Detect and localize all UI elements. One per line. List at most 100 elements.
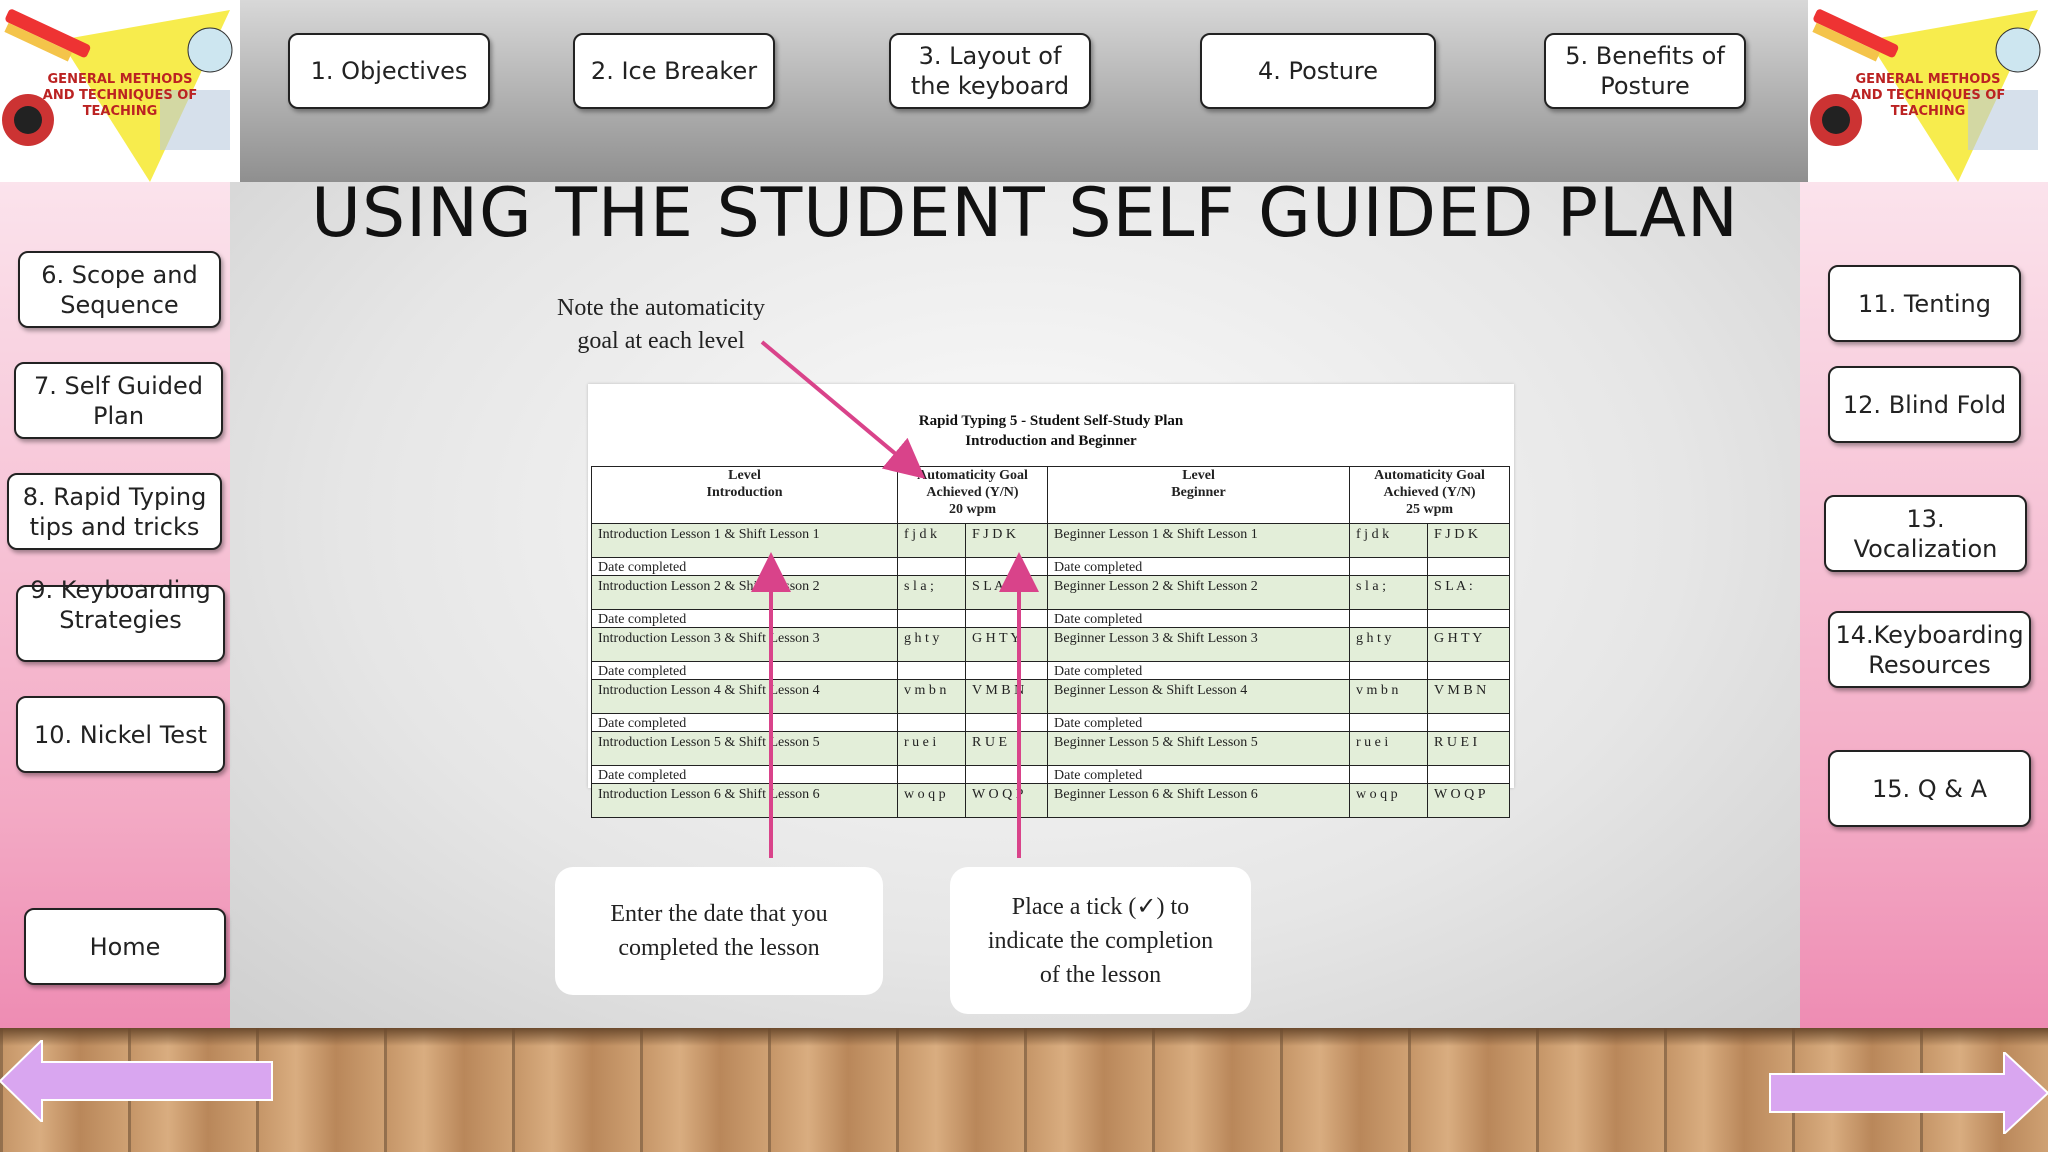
home-button[interactable]: Home	[24, 908, 226, 985]
date-completed-label[interactable]: Date completed	[1047, 765, 1351, 784]
date-entry-cell[interactable]	[964, 765, 1049, 784]
self-study-plan-document: Rapid Typing 5 - Student Self-Study Plan…	[588, 384, 1514, 818]
date-entry-cell[interactable]	[1427, 713, 1511, 732]
date-entry-cell[interactable]	[1427, 765, 1511, 784]
date-entry-cell[interactable]	[964, 557, 1049, 576]
nav-tenting-button[interactable]: 11. Tenting	[1828, 265, 2021, 342]
beginner-uppercase-keys-cell[interactable]: F J D K	[1427, 523, 1511, 558]
date-completed-label[interactable]: Date completed	[591, 765, 898, 784]
date-entry-cell[interactable]	[1427, 557, 1511, 576]
date-entry-cell[interactable]	[964, 713, 1049, 732]
date-entry-cell[interactable]	[897, 557, 966, 576]
intro-lowercase-keys-cell[interactable]: w o q p	[897, 783, 966, 818]
next-slide-arrow-icon[interactable]	[1768, 1052, 2048, 1134]
intro-uppercase-keys-cell[interactable]: W O Q P	[964, 783, 1049, 818]
header-text: Introduction	[706, 485, 783, 500]
beginner-lesson-cell[interactable]: Beginner Lesson 5 & Shift Lesson 5	[1047, 731, 1351, 766]
beginner-lesson-cell[interactable]: Beginner Lesson & Shift Lesson 4	[1047, 679, 1351, 714]
intro-lowercase-keys-cell[interactable]: r u e i	[897, 731, 966, 766]
nav-ice-breaker-button[interactable]: 2. Ice Breaker	[573, 33, 775, 109]
nav-objectives-button[interactable]: 1. Objectives	[288, 33, 490, 109]
table-row: Introduction Lesson 6 & Shift Lesson 6w …	[591, 783, 1511, 818]
beginner-lowercase-keys-cell[interactable]: w o q p	[1349, 783, 1429, 818]
nav-blind-fold-button[interactable]: 12. Blind Fold	[1828, 366, 2021, 443]
tick-callout-line1: Place a tick (✓) to	[1011, 893, 1190, 920]
table-body: Introduction Lesson 1 & Shift Lesson 1f …	[591, 523, 1511, 818]
date-entry-cell[interactable]	[1349, 661, 1429, 680]
date-entry-cell[interactable]	[897, 609, 966, 628]
date-callout-line2: completed the lesson	[618, 935, 820, 961]
intro-uppercase-keys-cell[interactable]: V M B N	[964, 679, 1049, 714]
nav-posture-button[interactable]: 4. Posture	[1200, 33, 1436, 109]
intro-uppercase-keys-cell[interactable]: R U E	[964, 731, 1049, 766]
self-study-plan-table: Level Introduction Automaticity Goal Ach…	[591, 466, 1511, 818]
beginner-lesson-cell[interactable]: Beginner Lesson 1 & Shift Lesson 1	[1047, 523, 1351, 558]
nav-rapid-typing-tips-button[interactable]: 8. Rapid Typing tips and tricks	[7, 473, 222, 550]
date-completed-label[interactable]: Date completed	[591, 557, 898, 576]
beginner-lowercase-keys-cell[interactable]: v m b n	[1349, 679, 1429, 714]
intro-lowercase-keys-cell[interactable]: g h t y	[897, 627, 966, 662]
date-entry-cell[interactable]	[1427, 661, 1511, 680]
date-completed-label[interactable]: Date completed	[1047, 713, 1351, 732]
nav-vocalization-button[interactable]: 13. Vocalization	[1824, 495, 2027, 572]
course-logo-left: GENERAL METHODS AND TECHNIQUES OF TEACHI…	[0, 0, 240, 182]
intro-uppercase-keys-cell[interactable]: S L A :	[964, 575, 1049, 610]
nav-q-and-a-button[interactable]: 15. Q & A	[1828, 750, 2031, 827]
nav-keyboard-layout-button[interactable]: 3. Layout of the keyboard	[889, 33, 1091, 109]
beginner-uppercase-keys-cell[interactable]: S L A :	[1427, 575, 1511, 610]
date-completed-label[interactable]: Date completed	[591, 713, 898, 732]
intro-uppercase-keys-cell[interactable]: F J D K	[964, 523, 1049, 558]
intro-lesson-cell[interactable]: Introduction Lesson 3 & Shift Lesson 3	[591, 627, 898, 662]
date-completed-label[interactable]: Date completed	[1047, 609, 1351, 628]
nav-benefits-of-posture-button[interactable]: 5. Benefits of Posture	[1544, 33, 1746, 109]
beginner-lesson-cell[interactable]: Beginner Lesson 6 & Shift Lesson 6	[1047, 783, 1351, 818]
nav-scope-and-sequence-button[interactable]: 6. Scope and Sequence	[18, 251, 221, 328]
previous-slide-arrow-icon[interactable]	[0, 1040, 275, 1122]
intro-lowercase-keys-cell[interactable]: v m b n	[897, 679, 966, 714]
date-completed-label[interactable]: Date completed	[591, 661, 898, 680]
date-entry-cell[interactable]	[964, 661, 1049, 680]
intro-lesson-cell[interactable]: Introduction Lesson 5 & Shift Lesson 5	[591, 731, 898, 766]
beginner-lowercase-keys-cell[interactable]: f j d k	[1349, 523, 1429, 558]
beginner-uppercase-keys-cell[interactable]: V M B N	[1427, 679, 1511, 714]
nav-nickel-test-button[interactable]: 10. Nickel Test	[16, 696, 225, 773]
date-entry-cell[interactable]	[897, 661, 966, 680]
date-completed-label[interactable]: Date completed	[1047, 557, 1351, 576]
automaticity-note: Note the automaticity goal at each level	[520, 292, 802, 358]
table-row: Introduction Lesson 3 & Shift Lesson 3g …	[591, 627, 1511, 662]
date-callout-line1: Enter the date that you	[610, 901, 828, 927]
beginner-uppercase-keys-cell[interactable]: R U E I	[1427, 731, 1511, 766]
date-completed-row: Date completed Date completed	[591, 557, 1511, 576]
date-entry-cell[interactable]	[1349, 765, 1429, 784]
beginner-lowercase-keys-cell[interactable]: r u e i	[1349, 731, 1429, 766]
date-completed-label[interactable]: Date completed	[1047, 661, 1351, 680]
tick-callout-line3: of the lesson	[1039, 961, 1162, 988]
intro-lowercase-keys-cell[interactable]: f j d k	[897, 523, 966, 558]
intro-lesson-cell[interactable]: Introduction Lesson 1 & Shift Lesson 1	[591, 523, 898, 558]
date-entry-cell[interactable]	[897, 713, 966, 732]
date-entry-cell[interactable]	[964, 609, 1049, 628]
nav-self-guided-plan-button[interactable]: 7. Self Guided Plan	[14, 362, 223, 439]
beginner-uppercase-keys-cell[interactable]: W O Q P	[1427, 783, 1511, 818]
intro-lowercase-keys-cell[interactable]: s l a ;	[897, 575, 966, 610]
beginner-lesson-cell[interactable]: Beginner Lesson 3 & Shift Lesson 3	[1047, 627, 1351, 662]
date-entry-cell[interactable]	[1349, 557, 1429, 576]
table-header-row: Level Introduction Automaticity Goal Ach…	[591, 466, 1511, 524]
header-level-beginner: Level Beginner	[1047, 466, 1351, 524]
beginner-uppercase-keys-cell[interactable]: G H T Y	[1427, 627, 1511, 662]
date-entry-cell[interactable]	[1349, 609, 1429, 628]
intro-uppercase-keys-cell[interactable]: G H T Y	[964, 627, 1049, 662]
nav-keyboarding-strategies-button[interactable]: 9. Keyboarding Strategies	[16, 576, 225, 662]
date-entry-cell[interactable]	[1349, 713, 1429, 732]
intro-lesson-cell[interactable]: Introduction Lesson 2 & Shift Lesson 2	[591, 575, 898, 610]
intro-lesson-cell[interactable]: Introduction Lesson 6 & Shift Lesson 6	[591, 783, 898, 818]
date-entry-cell[interactable]	[897, 765, 966, 784]
date-entry-cell[interactable]	[1427, 609, 1511, 628]
beginner-lowercase-keys-cell[interactable]: g h t y	[1349, 627, 1429, 662]
beginner-lowercase-keys-cell[interactable]: s l a ;	[1349, 575, 1429, 610]
wood-floor-background	[0, 1028, 2048, 1152]
date-completed-label[interactable]: Date completed	[591, 609, 898, 628]
beginner-lesson-cell[interactable]: Beginner Lesson 2 & Shift Lesson 2	[1047, 575, 1351, 610]
intro-lesson-cell[interactable]: Introduction Lesson 4 & Shift Lesson 4	[591, 679, 898, 714]
nav-keyboarding-resources-button[interactable]: 14.Keyboarding Resources	[1828, 611, 2031, 688]
